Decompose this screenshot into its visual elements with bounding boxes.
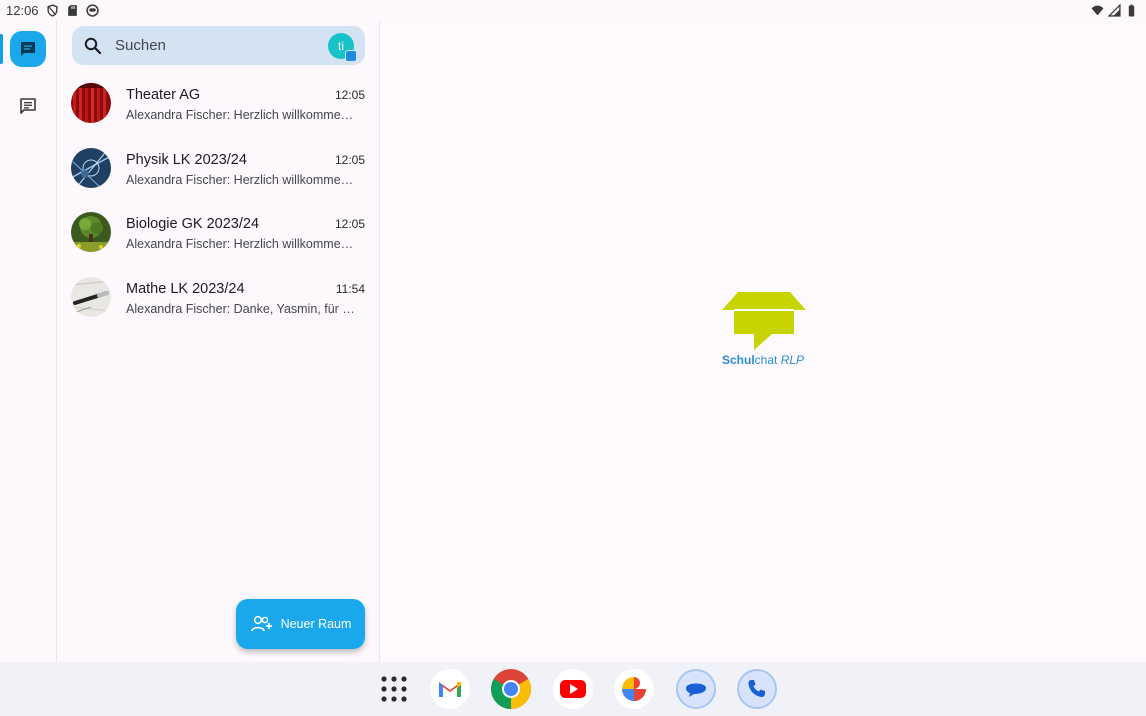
navigation-rail: [0, 20, 57, 662]
clock: 12:06: [6, 2, 39, 18]
chat-list: Theater AG 12:05 Alexandra Fischer: Herz…: [57, 78, 380, 337]
chat-avatar: [71, 83, 111, 123]
main-empty-pane: Schulchat RLP: [381, 20, 1146, 662]
search-bar[interactable]: ti: [72, 26, 365, 65]
chat-preview: Alexandra Fischer: Herzlich willkommen i…: [126, 237, 358, 252]
chat-row-physik-lk[interactable]: Physik LK 2023/24 12:05 Alexandra Fische…: [57, 143, 380, 208]
chat-title: Mathe LK 2023/24: [126, 281, 245, 298]
chat-row-theater-ag[interactable]: Theater AG 12:05 Alexandra Fischer: Herz…: [57, 78, 380, 143]
schulchat-wordmark: Schulchat RLP: [722, 353, 804, 367]
chat-list-pane: ti Theater AG 12:05 Alexandra Fischer: H…: [57, 20, 380, 662]
chat-preview: Alexandra Fischer: Herzlich willkommen i…: [126, 108, 358, 122]
chat-avatar: [71, 277, 111, 318]
message-icon: [18, 96, 38, 116]
chat-title: Biologie GK 2023/24: [126, 216, 260, 233]
search-input[interactable]: [115, 37, 315, 54]
shield-icon: [46, 3, 59, 17]
rail-item-spaces[interactable]: [10, 88, 46, 124]
add-group-icon: [250, 614, 274, 634]
user-avatar-initials: ti: [338, 39, 344, 53]
user-avatar[interactable]: ti: [328, 33, 357, 62]
face-icon: [85, 3, 99, 17]
wordmark-bold: Schul: [722, 353, 755, 367]
chat-title: Physik LK 2023/24: [126, 151, 247, 168]
chat-avatar: [71, 147, 111, 188]
chat-row-mathe-lk[interactable]: Mathe LK 2023/24 11:54 Alexandra Fischer…: [57, 272, 380, 337]
rail-active-indicator: [0, 34, 3, 64]
search-icon: [83, 36, 103, 56]
new-room-button[interactable]: Neuer Raum: [236, 599, 365, 649]
messages-icon[interactable]: [676, 669, 716, 709]
rail-item-chats[interactable]: [10, 31, 46, 67]
sd-card-icon: [66, 4, 79, 17]
chat-time: 12:05: [334, 217, 365, 232]
chat-time: 12:05: [334, 152, 365, 167]
youtube-icon[interactable]: [553, 669, 593, 709]
chat-avatar: [71, 212, 111, 253]
chat-preview: Alexandra Fischer: Herzlich willkommen i…: [126, 172, 358, 187]
wordmark-regular: chat: [754, 353, 778, 367]
chrome-icon[interactable]: [491, 669, 531, 709]
chat-row-biologie-gk[interactable]: Biologie GK 2023/24 12:05 Alexandra Fisc…: [57, 207, 380, 272]
google-photos-icon[interactable]: [614, 669, 654, 709]
wifi-icon: [1091, 4, 1104, 17]
presence-badge: [345, 50, 357, 62]
cell-signal-icon: [1108, 3, 1121, 17]
app-drawer-icon[interactable]: [374, 669, 414, 709]
battery-icon: [1125, 4, 1138, 17]
gmail-icon[interactable]: [430, 669, 470, 709]
phone-icon[interactable]: [737, 669, 777, 709]
chat-bubble-icon: [18, 39, 38, 59]
status-bar: 12:06: [0, 0, 1146, 20]
taskbar-dock: [0, 662, 1146, 716]
new-room-button-label: Neuer Raum: [280, 617, 352, 631]
chat-preview: Alexandra Fischer: Danke, Yasmin, für di…: [126, 302, 358, 317]
wordmark-italic: RLP: [777, 353, 805, 367]
chat-time: 11:54: [335, 282, 365, 297]
chat-time: 12:05: [334, 88, 365, 102]
chat-title: Theater AG: [126, 87, 201, 103]
